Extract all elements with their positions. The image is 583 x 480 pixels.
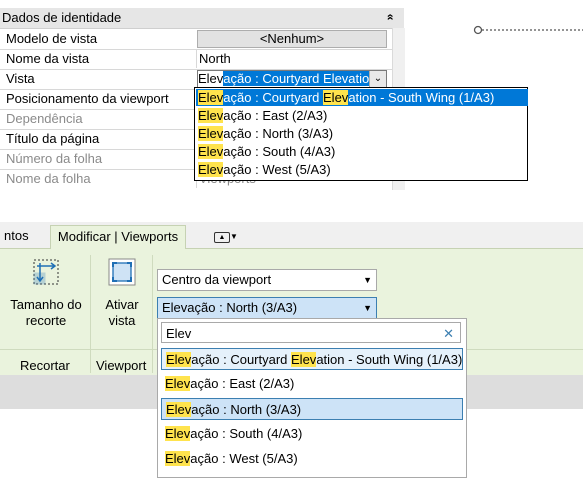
item-text: ation - South Wing (1/A3) <box>316 352 463 367</box>
item-text: ação : East (2/A3) <box>190 376 295 391</box>
list-item[interactable]: Elevação : Courtyard Elevation - South W… <box>161 348 463 370</box>
item-text: ação : West (5/A3) <box>190 451 298 466</box>
panel-toggle-icon[interactable]: ▲ ▼ <box>214 228 238 243</box>
view-combo-text: Elev <box>198 71 224 86</box>
item-text: ação : North (3/A3) <box>191 402 302 417</box>
crop-size-label-2: recorte <box>25 313 67 328</box>
list-item[interactable]: Elevação : South (4/A3) <box>161 423 463 445</box>
list-item[interactable]: Elevação : East (2/A3) <box>161 373 463 395</box>
panel-icon: ▲ <box>214 232 230 243</box>
match-highlight: Elev <box>165 376 191 391</box>
match-highlight: Elev <box>198 90 224 105</box>
list-item[interactable]: Elevação : North (3/A3) <box>161 398 463 420</box>
list-item[interactable]: Elevação : East (2/A3) <box>196 107 528 124</box>
viewport-position-combo[interactable]: Centro da viewport ▼ <box>157 269 377 291</box>
list-item[interactable]: Elevação : West (5/A3) <box>161 448 463 470</box>
item-text: ação : West (5/A3) <box>223 162 331 177</box>
connector-line <box>473 25 583 35</box>
prop-label: Vista <box>6 71 35 86</box>
match-highlight: Elev <box>165 451 191 466</box>
list-item[interactable]: Elevação : South (4/A3) <box>196 143 528 160</box>
panel-divider <box>152 255 153 373</box>
match-highlight: Elev <box>323 90 349 105</box>
item-text: ação : South (4/A3) <box>190 426 303 441</box>
match-highlight: Elev <box>198 162 224 177</box>
activate-view-label-1: Ativar <box>105 297 139 312</box>
panel-label-viewport: Viewport <box>96 358 147 373</box>
item-text: ação : East (2/A3) <box>223 108 328 123</box>
match-highlight: Elev <box>291 352 317 367</box>
activate-view-label-2: vista <box>108 313 136 328</box>
close-icon[interactable]: ✕ <box>443 323 454 344</box>
tab-previous[interactable]: ntos <box>4 228 29 243</box>
match-highlight: Elev <box>198 108 224 123</box>
view-combo[interactable]: Elevação : Courtyard Elevation ⌄ <box>197 70 387 88</box>
group-title: Dados de identidade <box>2 10 122 25</box>
view-select-value: Elevação : North (3/A3) <box>162 300 298 315</box>
prop-label: Nome da folha <box>6 171 91 186</box>
item-text: ação : Courtyard <box>223 90 324 105</box>
chevron-down-icon: ▼ <box>230 232 238 241</box>
group-header-identity[interactable]: Dados de identidade » <box>0 8 404 29</box>
prop-label: Número da folha <box>6 151 103 166</box>
panel-divider <box>90 255 91 373</box>
view-select-dropdown: Elev ✕ Elevação : Courtyard Elevation - … <box>157 318 467 478</box>
view-name-field[interactable]: North <box>196 49 395 68</box>
prop-row-view-template: Modelo de vista <Nenhum> <box>0 29 404 50</box>
viewport-position-value: Centro da viewport <box>162 272 272 287</box>
view-search-input[interactable]: Elev ✕ <box>161 322 461 343</box>
prop-label: Título da página <box>6 131 100 146</box>
prop-label: Modelo de vista <box>6 31 98 46</box>
match-highlight: Elev <box>165 426 191 441</box>
view-select-combo[interactable]: Elevação : North (3/A3) ▼ <box>157 297 377 319</box>
match-highlight: Elev <box>166 352 192 367</box>
panel-label-crop: Recortar <box>20 358 70 373</box>
activate-view-icon <box>108 258 136 286</box>
chevron-down-icon: ▼ <box>363 303 372 313</box>
prop-label: Nome da vista <box>6 51 90 66</box>
prop-label: Dependência <box>6 111 83 126</box>
item-text: ation - South Wing (1/A3) <box>348 90 495 105</box>
crop-size-button[interactable]: Tamanho do recorte <box>6 253 86 329</box>
match-highlight: Elev <box>198 144 224 159</box>
item-text: ação : Courtyard <box>191 352 292 367</box>
chevron-down-icon: ▼ <box>363 275 372 285</box>
list-item[interactable]: Elevação : West (5/A3) <box>196 161 528 178</box>
list-item[interactable]: Elevação : Courtyard Elevation - South W… <box>196 89 528 106</box>
match-highlight: Elev <box>198 126 224 141</box>
collapse-icon[interactable]: » <box>382 14 396 21</box>
list-item[interactable]: Elevação : North (3/A3) <box>196 125 528 142</box>
item-text: ação : North (3/A3) <box>223 126 334 141</box>
activate-view-button[interactable]: Ativar vista <box>94 253 150 329</box>
crop-size-label-1: Tamanho do <box>10 297 82 312</box>
view-template-button[interactable]: <Nenhum> <box>197 30 387 48</box>
crop-size-icon <box>33 259 59 285</box>
view-combo-selected-text: ação : Courtyard Elevation <box>223 71 377 86</box>
prop-row-view-name: Nome da vista North <box>0 49 404 70</box>
tab-modify-viewports[interactable]: Modificar | Viewports <box>50 225 186 249</box>
chevron-down-icon[interactable]: ⌄ <box>369 71 386 87</box>
item-text: ação : South (4/A3) <box>223 144 336 159</box>
ribbon-tab-bar: ntos Modificar | Viewports ▲ ▼ <box>0 222 583 249</box>
match-highlight: Elev <box>166 402 192 417</box>
search-value: Elev <box>166 326 192 341</box>
prop-label: Posicionamento da viewport <box>6 91 169 106</box>
view-dropdown-list: Elevação : Courtyard Elevation - South W… <box>194 87 528 181</box>
